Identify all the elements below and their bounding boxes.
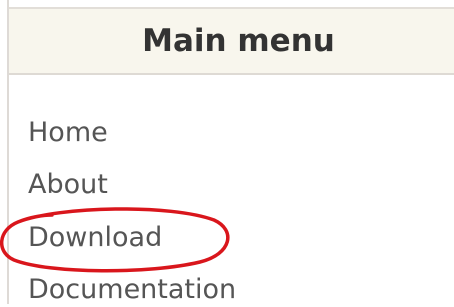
menu-item-home[interactable]: Home — [28, 116, 108, 150]
menu-title: Main menu — [142, 23, 335, 59]
menu-item-documentation[interactable]: Documentation — [28, 273, 236, 307]
main-menu-block: Main menu Home About Download Documentat… — [0, 0, 454, 307]
menu-item-download[interactable]: Download — [28, 221, 162, 255]
menu-header: Main menu — [9, 7, 454, 75]
menu-item-about[interactable]: About — [28, 168, 108, 202]
